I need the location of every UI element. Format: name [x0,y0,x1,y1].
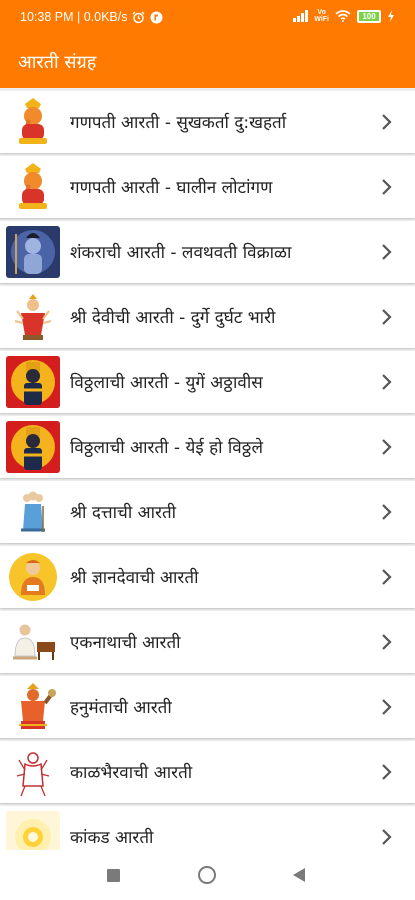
list-item-label: विठ्ठलाची आरती - येई हो विठ्ठले [70,438,263,458]
chevron-right-icon [382,179,392,195]
chevron-right-icon [382,634,392,650]
app-notification-icon [150,11,163,23]
list-item[interactable]: काळभैरवाची आरती [0,741,415,803]
eknath-icon [6,616,60,668]
vitthal-icon [6,421,60,473]
charging-icon [388,10,394,22]
recent-apps-icon[interactable] [107,869,120,882]
battery-icon: 100 [357,9,381,23]
list-item[interactable]: एकनाथाची आरती [0,611,415,673]
ganpati-icon [6,161,60,213]
list-item-label: विठ्ठलाची आरती - युगें अठ्ठावीस [70,373,263,393]
chevron-right-icon [382,764,392,780]
home-icon[interactable] [198,866,216,884]
list-item-label: गणपती आरती - घालीन लोटांगण [70,178,273,198]
list-item[interactable]: श्री दत्ताची आरती [0,481,415,543]
app-toolbar: आरती संग्रह [0,34,415,88]
signal-icon [293,10,309,22]
chevron-right-icon [382,829,392,845]
chevron-right-icon [382,699,392,715]
kalbhairav-icon [6,746,60,798]
back-icon[interactable] [293,868,305,882]
hanuman-icon [6,681,60,733]
chevron-right-icon [382,374,392,390]
list-item-label: एकनाथाची आरती [70,633,181,653]
chevron-right-icon [382,309,392,325]
list-item[interactable]: हनुमंताची आरती [0,676,415,738]
list-item-label: हनुमंताची आरती [70,698,172,718]
list-item[interactable]: गणपती आरती - सुखकर्ता दु:खहर्ता [0,91,415,153]
list-item[interactable]: विठ्ठलाची आरती - युगें अठ्ठावीस [0,351,415,413]
list-item-label: काळभैरवाची आरती [70,763,193,783]
shankar-icon [6,226,60,278]
chevron-right-icon [382,569,392,585]
ganpati-icon [6,96,60,148]
list-item[interactable]: श्री ज्ञानदेवाची आरती [0,546,415,608]
alarm-icon [133,11,145,23]
list-item[interactable]: विठ्ठलाची आरती - येई हो विठ्ठले [0,416,415,478]
wifi-icon [335,10,351,22]
status-left: 10:38 PM | 0.0KB/s [20,10,163,24]
list-item-label: गणपती आरती - सुखकर्ता दु:खहर्ता [70,113,287,133]
list-item-label: श्री दत्ताची आरती [70,503,177,523]
status-right: Vo WiFi 100 [293,9,395,23]
list-item[interactable]: श्री देवीची आरती - दुर्गे दुर्घट भारी [0,286,415,348]
list-item[interactable]: गणपती आरती - घालीन लोटांगण [0,156,415,218]
chevron-right-icon [382,244,392,260]
status-bar: 10:38 PM | 0.0KB/s Vo WiFi 100 [0,0,415,34]
devi-icon [6,291,60,343]
list-item-label: शंकराची आरती - लवथवती विक्राळा [70,243,292,263]
status-time: 10:38 PM | 0.0KB/s [20,10,128,24]
battery-level: 100 [359,11,379,21]
chevron-right-icon [382,439,392,455]
list-item-label: श्री देवीची आरती - दुर्गे दुर्घट भारी [70,308,276,328]
page-title: आरती संग्रह [18,52,97,73]
system-nav-bar [0,850,415,900]
aarti-list: गणपती आरती - सुखकर्ता दु:खहर्ता गणपती आर… [0,91,415,871]
list-item-label: कांकड आरती [70,828,154,848]
list-item-label: श्री ज्ञानदेवाची आरती [70,568,199,588]
chevron-right-icon [382,504,392,520]
vitthal-icon [6,356,60,408]
dnyaneshwar-icon [6,551,60,603]
chevron-right-icon [382,114,392,130]
list-item[interactable]: शंकराची आरती - लवथवती विक्राळा [0,221,415,283]
datta-icon [6,486,60,538]
volte-indicator: Vo WiFi [314,9,329,23]
